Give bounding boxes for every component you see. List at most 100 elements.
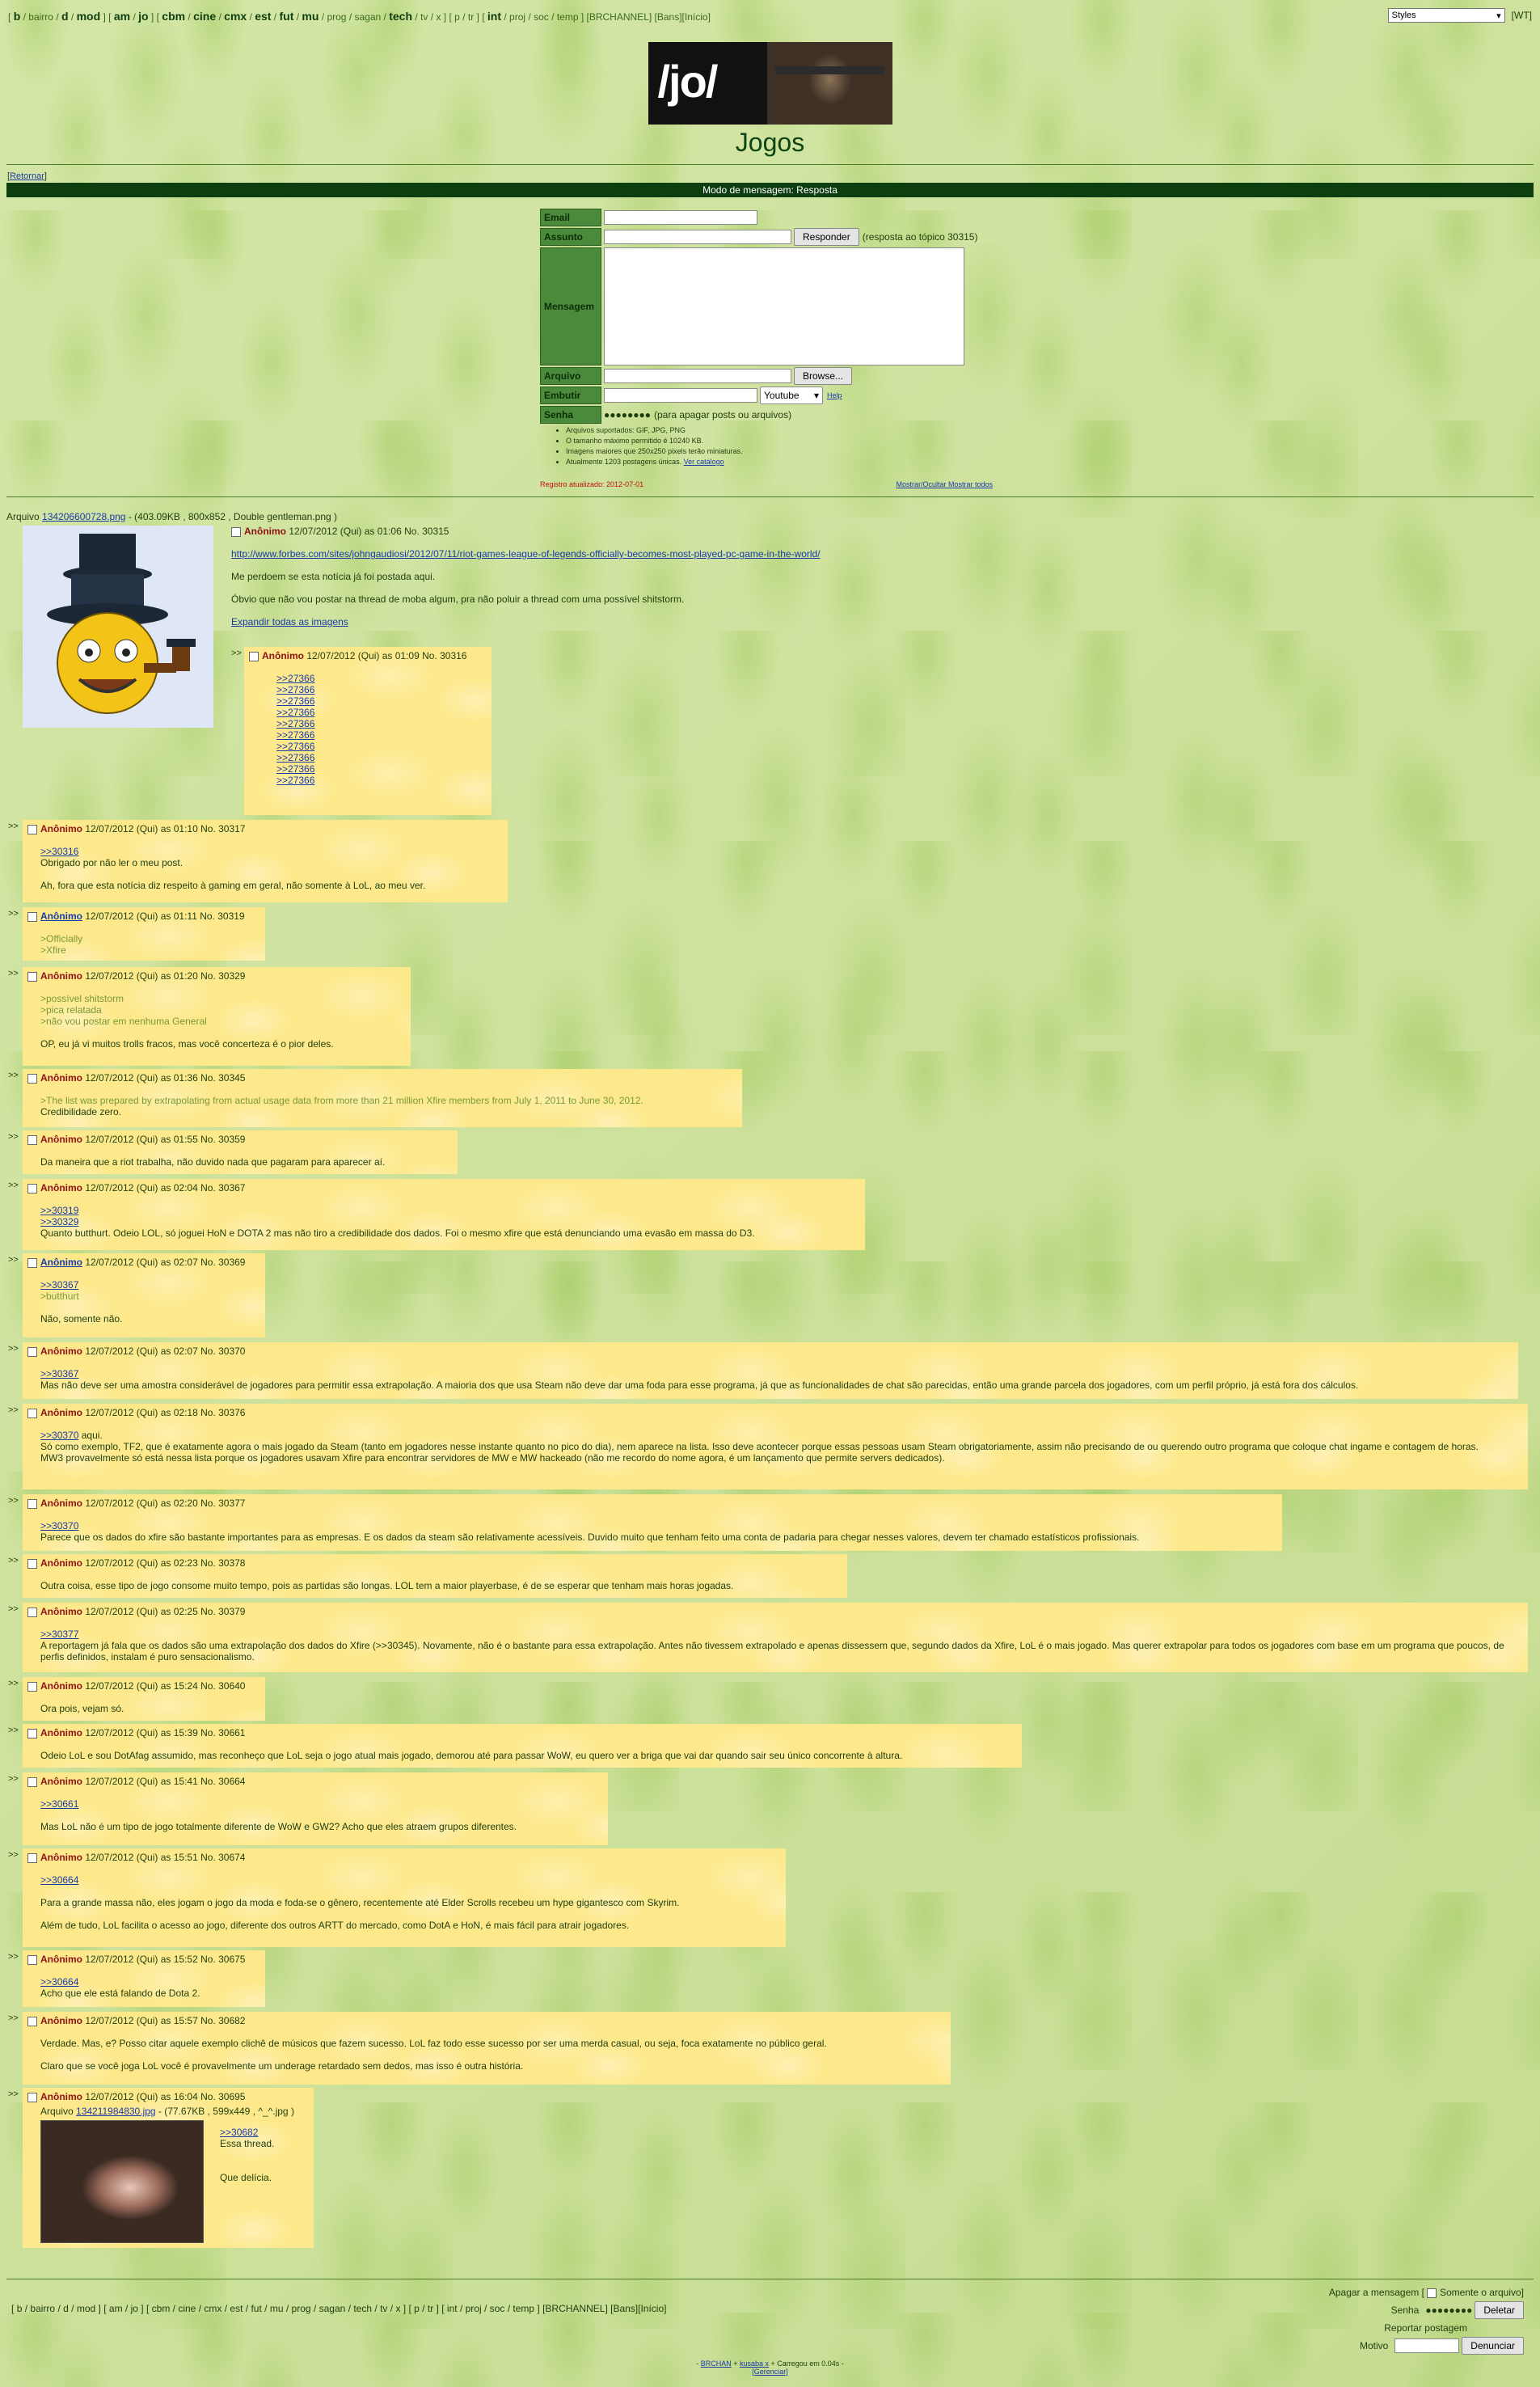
quote-link[interactable]: >>30370 <box>40 1430 78 1441</box>
post-checkbox[interactable] <box>27 971 37 982</box>
board-link[interactable]: mu <box>270 2303 284 2314</box>
delete-button[interactable]: Deletar <box>1475 2301 1524 2319</box>
reply-file-link[interactable]: 134211984830.jpg <box>76 2106 156 2117</box>
board-link[interactable]: temp <box>513 2303 534 2314</box>
quote-link[interactable]: >>27366 <box>276 673 314 684</box>
quote-link[interactable]: >>27366 <box>276 718 314 729</box>
board-link[interactable]: am <box>114 10 130 23</box>
post-checkbox[interactable] <box>231 526 241 537</box>
board-link[interactable]: mu <box>302 10 319 23</box>
styles-select[interactable]: Styles ▾ <box>1387 8 1505 23</box>
post-checkbox[interactable] <box>27 1073 37 1084</box>
subject-field[interactable] <box>604 230 791 244</box>
board-link[interactable]: prog <box>327 11 346 23</box>
post-checkbox[interactable] <box>27 1777 37 1787</box>
browse-button[interactable]: Browse... <box>794 367 853 385</box>
reply-button[interactable]: Responder <box>794 228 859 246</box>
post-checkbox[interactable] <box>27 1257 37 1268</box>
help-link[interactable]: Help <box>827 391 842 399</box>
post-checkbox[interactable] <box>27 1346 37 1357</box>
password-field[interactable]: ●●●●●●●● <box>604 409 651 420</box>
post-checkbox[interactable] <box>27 1681 37 1692</box>
board-link[interactable]: temp <box>557 11 579 23</box>
post-checkbox[interactable] <box>27 1134 37 1145</box>
board-link[interactable]: tv <box>420 11 428 23</box>
board-link[interactable]: cmx <box>224 10 247 23</box>
board-link[interactable]: cmx <box>204 2303 222 2314</box>
board-link[interactable]: cine <box>193 10 216 23</box>
board-link[interactable]: p <box>454 11 460 23</box>
poster-name[interactable]: Anônimo <box>40 910 82 922</box>
board-link[interactable]: tech <box>353 2303 372 2314</box>
board-link[interactable]: d <box>61 10 69 23</box>
board-link[interactable]: bairro <box>30 2303 55 2314</box>
board-link[interactable]: cine <box>178 2303 196 2314</box>
quote-link[interactable]: >>30367 <box>40 1368 78 1379</box>
board-link[interactable]: p <box>414 2303 420 2314</box>
quote-link[interactable]: >>30661 <box>40 1798 78 1810</box>
quote-link[interactable]: >>30316 <box>40 846 78 857</box>
watch-threads-link[interactable]: [WT] <box>1512 10 1532 21</box>
post-checkbox[interactable] <box>27 1607 37 1617</box>
quote-link[interactable]: >>27366 <box>276 707 314 718</box>
toggle-all-link[interactable]: Mostrar/Ocultar Mostrar todos <box>896 480 993 488</box>
quote-link[interactable]: >>30377 <box>40 1629 78 1640</box>
report-button[interactable]: Denunciar <box>1462 2337 1524 2355</box>
post-checkbox[interactable] <box>27 1498 37 1509</box>
board-link[interactable]: proj <box>466 2303 482 2314</box>
quote-link[interactable]: >>27366 <box>276 775 314 786</box>
board-link[interactable]: proj <box>509 11 525 23</box>
post-checkbox[interactable] <box>249 651 259 661</box>
post-checkbox[interactable] <box>27 1183 37 1194</box>
board-link[interactable]: tr <box>468 11 474 23</box>
password-field[interactable]: ●●●●●●●● <box>1425 2305 1472 2316</box>
board-link[interactable]: b <box>17 2303 23 2314</box>
quote-link[interactable]: >>27366 <box>276 684 314 695</box>
board-link[interactable]: fut <box>279 10 293 23</box>
post-checkbox[interactable] <box>27 1954 37 1965</box>
article-link[interactable]: http://www.forbes.com/sites/johngaudiosi… <box>231 548 821 560</box>
kusaba-link[interactable]: kusaba x <box>740 2360 769 2368</box>
quote-link[interactable]: >>30367 <box>40 1279 78 1291</box>
post-checkbox[interactable] <box>27 2092 37 2102</box>
post-checkbox[interactable] <box>27 1408 37 1418</box>
board-link[interactable]: mod <box>77 2303 95 2314</box>
board-link[interactable]: tech <box>389 10 412 23</box>
post-checkbox[interactable] <box>27 1558 37 1569</box>
board-link[interactable]: sagan <box>319 2303 346 2314</box>
return-link[interactable]: Retornar <box>10 171 44 181</box>
board-link[interactable]: x <box>395 2303 400 2314</box>
op-image[interactable] <box>23 526 213 728</box>
message-textarea[interactable] <box>604 247 964 365</box>
board-link[interactable]: cbm <box>152 2303 171 2314</box>
board-link[interactable]: cbm <box>162 10 185 23</box>
quote-link[interactable]: >>27366 <box>276 763 314 775</box>
board-link[interactable]: jo <box>131 2303 138 2314</box>
post-checkbox[interactable] <box>27 1728 37 1738</box>
quote-link[interactable]: >>30682 <box>220 2127 258 2138</box>
board-link[interactable]: x <box>436 11 441 23</box>
file-only-checkbox[interactable] <box>1426 2288 1437 2298</box>
post-checkbox[interactable] <box>27 911 37 922</box>
post-checkbox[interactable] <box>27 1853 37 1863</box>
quote-link[interactable]: >>27366 <box>276 741 314 752</box>
board-link[interactable]: am <box>109 2303 123 2314</box>
board-link[interactable]: sagan <box>355 11 382 23</box>
board-link[interactable]: soc <box>490 2303 505 2314</box>
board-link[interactable]: fut <box>251 2303 261 2314</box>
post-checkbox[interactable] <box>27 824 37 834</box>
board-link[interactable]: est <box>255 10 271 23</box>
quote-link[interactable]: >>30664 <box>40 1976 78 1988</box>
op-file-link[interactable]: 134206600728.png <box>42 511 125 522</box>
manage-link[interactable]: [Gerenciar] <box>752 2368 788 2376</box>
reply-image[interactable] <box>40 2120 204 2243</box>
board-link[interactable]: prog <box>292 2303 311 2314</box>
quote-link[interactable]: >>30664 <box>40 1874 78 1886</box>
quote-link[interactable]: >>27366 <box>276 729 314 741</box>
board-link[interactable]: bairro <box>28 11 53 23</box>
board-link[interactable]: int <box>447 2303 458 2314</box>
board-link[interactable]: tr <box>428 2303 433 2314</box>
quote-link[interactable]: >>30370 <box>40 1520 78 1531</box>
board-link[interactable]: est <box>230 2303 243 2314</box>
board-link[interactable]: soc <box>534 11 549 23</box>
